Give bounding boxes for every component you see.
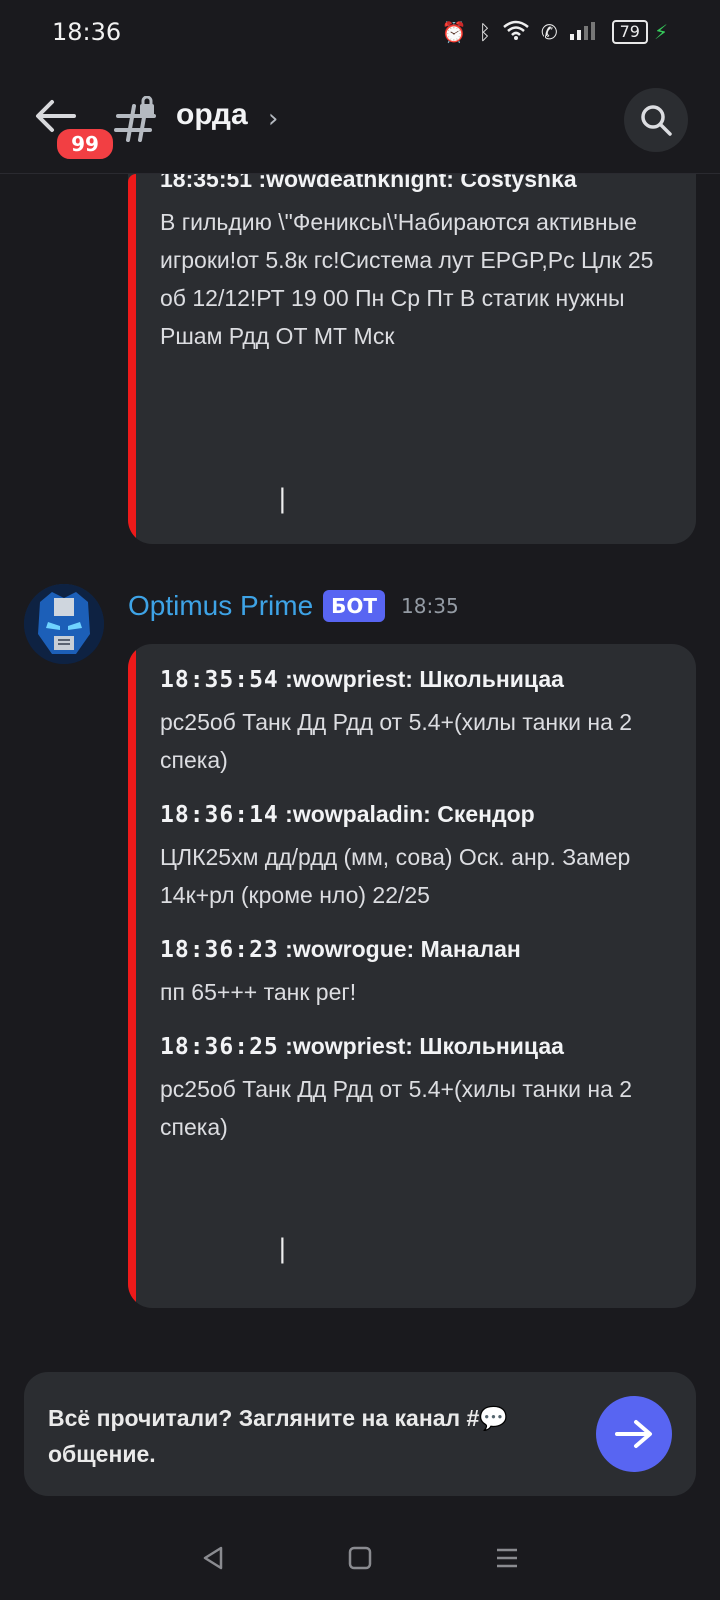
call-icon: ✆ <box>540 20 558 44</box>
embed-entry-header: 18:36:14 :wowpaladin: Скендор <box>160 801 670 828</box>
entry-timestamp: 18:36:14 <box>160 802 279 828</box>
embed-entry-header: 18:35:54 :wowpriest: Школьницаа <box>160 666 670 693</box>
banner-text: Всё прочитали? Загляните на канал #💬обще… <box>48 1405 508 1467</box>
entry-user: :wowpriest: Школьницаа <box>285 666 564 692</box>
entry-timestamp: 18:35:54 <box>160 667 279 693</box>
robot-avatar-icon <box>24 584 104 664</box>
status-bar: 18:36 ⏰ ᛒ ✆ 79 ⚡ <box>0 0 720 64</box>
embed-entry: 18:36:25 :wowpriest: Школьницаа рс25об Т… <box>160 1033 670 1146</box>
entry-user: :wowpriest: Школьницаа <box>285 1033 564 1059</box>
go-to-channel-button[interactable] <box>596 1396 672 1472</box>
bluetooth-icon: ᛒ <box>478 20 491 44</box>
entry-user: :wowrogue: Маналан <box>285 936 521 962</box>
embed-entry-body: ЦЛК25хм дд/рдд (мм, сова) Оск. анр. Заме… <box>160 844 631 908</box>
search-button[interactable] <box>624 88 688 152</box>
alarm-icon: ⏰ <box>441 20 467 44</box>
embed-entry-header: 18:36:23 :wowrogue: Маналан <box>160 936 670 963</box>
message-author-row: Optimus Prime БОТ 18:35 <box>128 590 459 622</box>
text-cursor: | <box>278 484 287 514</box>
embed-entry: 18:36:14 :wowpaladin: Скендор ЦЛК25хм дд… <box>160 801 670 914</box>
entry-user: :wowpaladin: Скендор <box>285 801 535 827</box>
channel-header: 99 орда › <box>0 80 720 174</box>
search-icon <box>641 105 672 136</box>
arrow-right-icon <box>615 1420 652 1448</box>
entry-timestamp: 18:36:23 <box>160 937 279 963</box>
system-nav-bar <box>0 1520 720 1600</box>
message-time: 18:35 <box>401 594 459 618</box>
charging-icon: ⚡ <box>653 20 668 44</box>
triangle-back-icon[interactable] <box>199 1544 227 1576</box>
avatar[interactable] <box>24 584 104 664</box>
jump-to-channel-banner[interactable]: Всё прочитали? Загляните на канал #💬обще… <box>24 1372 696 1496</box>
square-home-icon[interactable] <box>346 1544 374 1576</box>
wifi-icon <box>503 20 529 45</box>
embed-card: 18:35:54 :wowpriest: Школьницаа рс25об Т… <box>128 644 696 1308</box>
embed-entry-body: В гильдию \"Фениксы\'Набираются активные… <box>160 209 654 349</box>
bot-tag: БОТ <box>323 590 386 622</box>
chevron-right-icon[interactable]: › <box>268 104 278 134</box>
battery-indicator: 79 <box>611 20 648 44</box>
author-name[interactable]: Optimus Prime <box>128 590 313 622</box>
locked-channel-hash-icon <box>114 95 162 144</box>
embed-entry-body: рс25об Танк Дд Рдд от 5.4+(хилы танки на… <box>160 1076 633 1140</box>
signal-icon <box>569 20 600 45</box>
embed-entry-body: рс25об Танк Дд Рдд от 5.4+(хилы танки на… <box>160 709 633 773</box>
status-icons: ⏰ ᛒ ✆ 79 ⚡ <box>442 20 668 45</box>
embed-entry: 18:35:54 :wowpriest: Школьницаа рс25об Т… <box>160 666 670 779</box>
channel-title[interactable]: орда <box>176 98 248 132</box>
text-cursor: | <box>278 1234 287 1264</box>
embed-entry-header: 18:36:25 :wowpriest: Школьницаа <box>160 1033 670 1060</box>
embed-entry-header: 18:35:51 :wowdeathknight: Costyshka <box>160 174 577 192</box>
unread-badge: 99 <box>54 126 116 162</box>
entry-timestamp: 18:36:25 <box>160 1034 279 1060</box>
embed-entry: 18:36:23 :wowrogue: Маналан пп 65+++ тан… <box>160 936 670 1011</box>
menu-lines-icon[interactable] <box>493 1544 521 1576</box>
embed-entry-body: пп 65+++ танк рег! <box>160 979 357 1005</box>
embed-card-previous: 18:35:51 :wowdeathknight: Costyshka В ги… <box>128 174 696 544</box>
status-time: 18:36 <box>52 18 122 46</box>
